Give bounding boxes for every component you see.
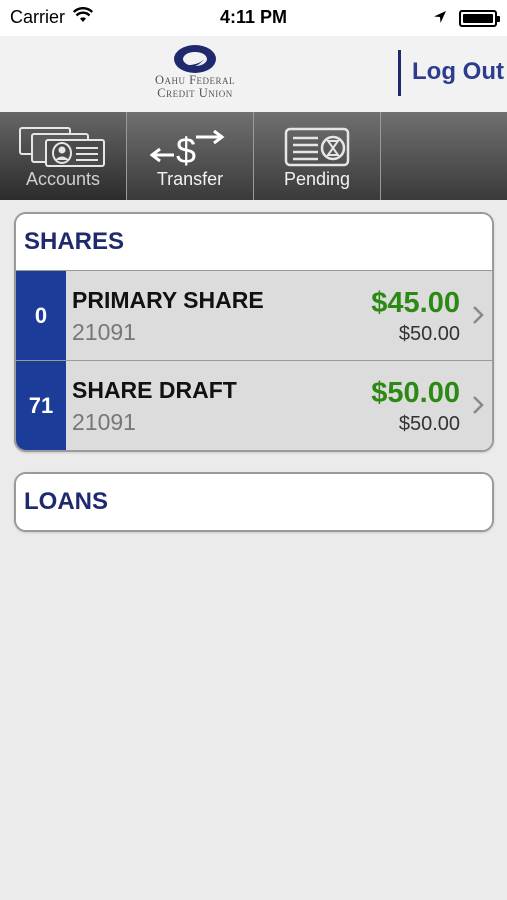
pending-icon (254, 124, 380, 170)
credit-union-logo: Oahu Federal Credit Union (140, 44, 250, 106)
chevron-right-icon (472, 305, 484, 330)
account-name: PRIMARY SHARE (72, 287, 264, 313)
svg-text:$: $ (176, 130, 196, 169)
account-number: 21091 (72, 409, 136, 435)
logout-button[interactable]: Log Out (412, 58, 504, 86)
tab-transfer-label: Transfer (156, 169, 224, 189)
status-bar: Carrier 4:11 PM (0, 0, 507, 36)
tab-pending[interactable]: Pending (254, 112, 381, 200)
account-row-body: PRIMARY SHARE 21091 $45.00 $50.00 (66, 271, 492, 360)
tab-pending-label: Pending (283, 169, 351, 189)
account-balance: $50.00 (371, 377, 460, 409)
loans-title: LOANS (16, 474, 492, 530)
tab-bar-filler (381, 112, 507, 200)
tab-bar: Accounts $ Transfer Pending (0, 112, 507, 200)
account-available: $50.00 (398, 323, 460, 345)
account-row[interactable]: 71 SHARE DRAFT 21091 $50.00 $50.00 (16, 360, 492, 450)
status-time: 4:11 PM (219, 7, 288, 27)
tab-transfer[interactable]: $ Transfer (127, 112, 254, 200)
accounts-icon (0, 124, 126, 170)
app-header: Oahu Federal Credit Union Log Out (0, 36, 507, 112)
chevron-right-icon (472, 395, 484, 420)
account-number: 21091 (72, 319, 136, 345)
account-badge: 0 (16, 271, 66, 360)
shares-panel: SHARES 0 PRIMARY SHARE 21091 $45.00 $50.… (14, 212, 494, 452)
transfer-icon: $ (127, 124, 253, 170)
account-balance: $45.00 (371, 287, 460, 319)
account-row-body: SHARE DRAFT 21091 $50.00 $50.00 (66, 361, 492, 450)
status-right (433, 8, 500, 29)
logo-line-2: Credit Union (157, 86, 233, 100)
account-name: SHARE DRAFT (72, 377, 237, 403)
tab-accounts-label: Accounts (25, 169, 101, 189)
location-arrow-icon (433, 8, 447, 29)
header-divider (398, 50, 401, 96)
logo-mark-icon (174, 45, 216, 73)
account-badge: 71 (16, 361, 66, 450)
shares-title: SHARES (16, 214, 492, 270)
account-row[interactable]: 0 PRIMARY SHARE 21091 $45.00 $50.00 (16, 270, 492, 360)
account-available: $50.00 (398, 413, 460, 435)
loans-panel[interactable]: LOANS (14, 472, 494, 532)
battery-icon (459, 10, 500, 27)
tab-accounts[interactable]: Accounts (0, 112, 127, 200)
